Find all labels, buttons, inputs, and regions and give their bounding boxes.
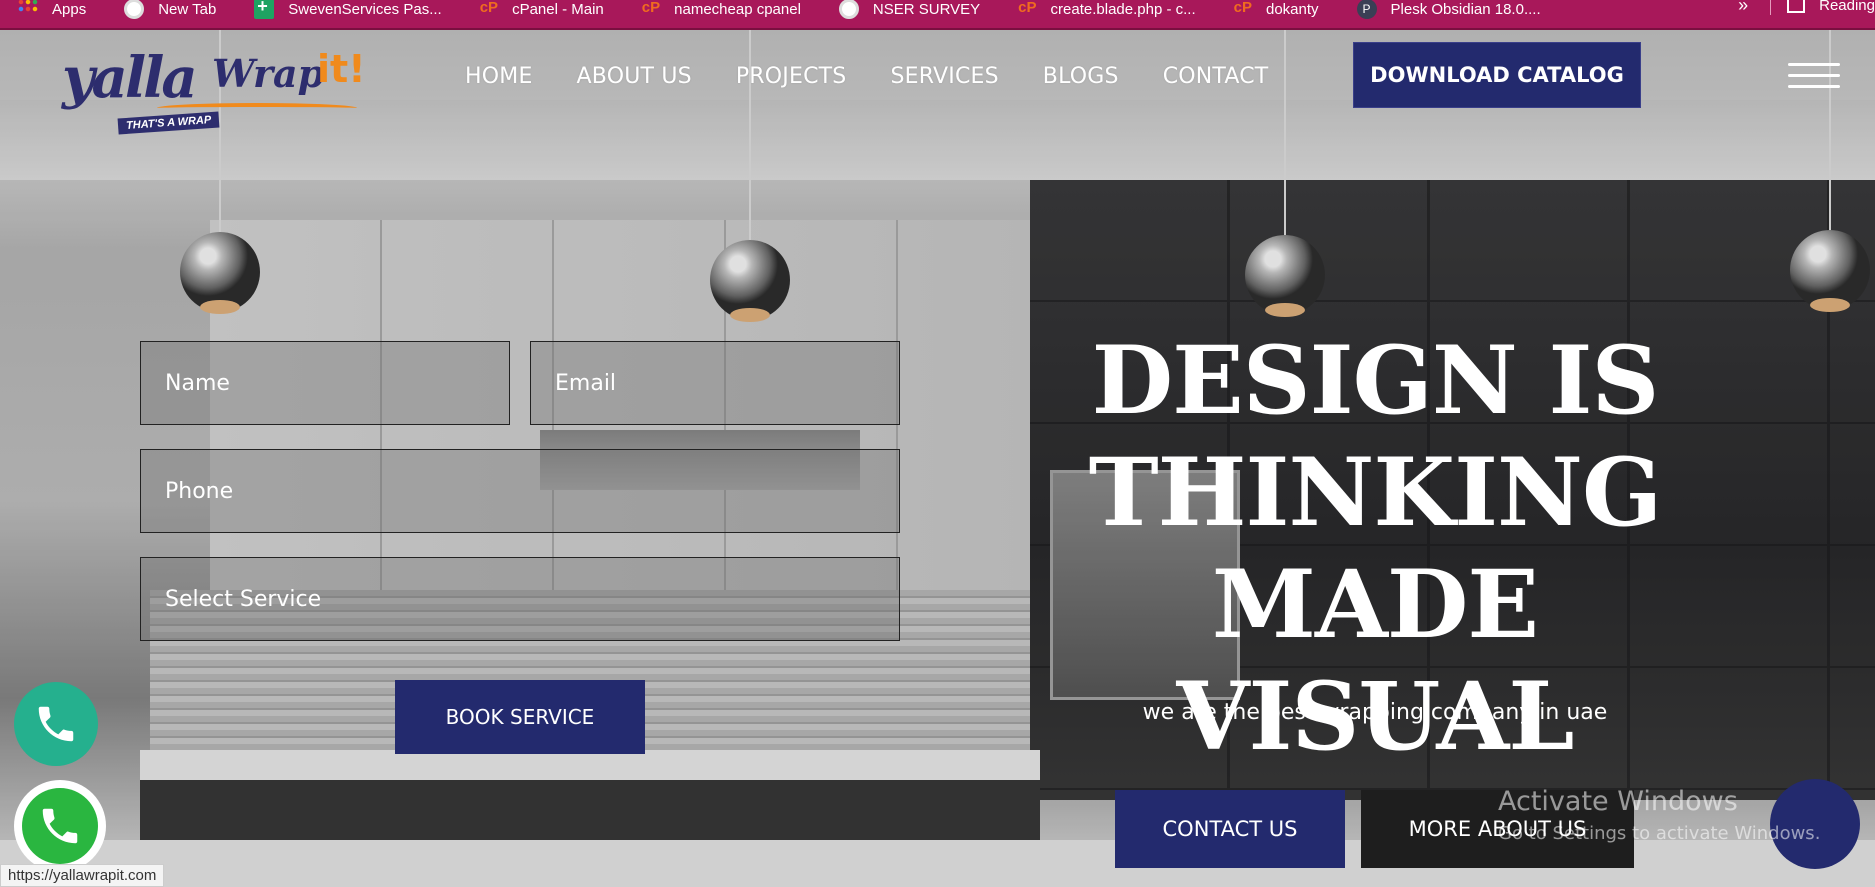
bookmarks-right: » Reading	[1738, 0, 1875, 20]
logo-wrap: Wrap	[212, 51, 325, 96]
download-catalog-button[interactable]: DOWNLOAD CATALOG	[1353, 42, 1641, 108]
cpanel-icon: cP	[1018, 0, 1037, 16]
bookmark-apps[interactable]: Apps	[18, 0, 86, 24]
bookmark-create-blade[interactable]: cP create.blade.php - c...	[1018, 0, 1195, 24]
phone-field[interactable]: Phone	[140, 449, 900, 533]
bookmark-label: namecheap cpanel	[674, 0, 801, 18]
reading-list-icon[interactable]	[1787, 0, 1806, 13]
watermark-title: Activate Windows	[1498, 786, 1738, 817]
nav-blogs[interactable]: BLOGS	[1043, 64, 1119, 89]
bookmark-label: dokanty	[1265, 0, 1319, 18]
bookmark-label: Apps	[52, 0, 87, 18]
bookmarks-overflow-button[interactable]: »	[1738, 0, 1748, 16]
nav-about-us[interactable]: ABOUT US	[577, 64, 692, 89]
bookmark-sweven[interactable]: SwevenServices Pas...	[254, 0, 442, 24]
globe-icon	[124, 0, 145, 19]
phone-icon	[38, 706, 74, 742]
bookmark-label: New Tab	[158, 0, 217, 18]
bookmark-dokanty[interactable]: cP dokanty	[1234, 0, 1319, 24]
bookmark-label: create.blade.php - c...	[1050, 0, 1196, 18]
whatsapp-button[interactable]	[14, 780, 106, 872]
bookmark-label: NSER SURVEY	[872, 0, 981, 18]
nav-home[interactable]: HOME	[465, 64, 533, 89]
plesk-icon: P	[1356, 0, 1377, 19]
cpanel-icon: cP	[641, 0, 661, 16]
logo-swoosh	[157, 103, 357, 113]
bookmark-plesk[interactable]: P Plesk Obsidian 18.0....	[1356, 0, 1541, 24]
email-field[interactable]: Email	[530, 341, 900, 425]
sheets-plus-icon	[254, 0, 275, 19]
name-field[interactable]: Name	[140, 341, 510, 425]
status-bar-url: https://yallawrapit.com	[0, 864, 165, 887]
nav-contact[interactable]: CONTACT	[1163, 64, 1269, 89]
headline-line: DESIGN IS	[1091, 326, 1660, 436]
logo-tagline: THAT'S A WRAP	[117, 111, 220, 135]
windows-activation-watermark: Activate Windows Go to Settings to activ…	[1498, 786, 1820, 844]
logo-it: it!	[317, 47, 366, 91]
whatsapp-icon	[22, 788, 98, 864]
bookmarks-bar: Apps New Tab SwevenServices Pas... cP cPa…	[0, 0, 1875, 30]
phone-call-button[interactable]	[14, 682, 98, 766]
watermark-subtitle: Go to Settings to activate Windows.	[1498, 823, 1821, 844]
headline-line: THINKING MADE	[1088, 438, 1663, 660]
bookmark-label: cPanel - Main	[512, 0, 604, 18]
cpanel-icon: cP	[1233, 0, 1252, 16]
bookmark-new-tab[interactable]: New Tab	[124, 0, 216, 24]
site-logo[interactable]: yalla Wrap it! THAT'S A WRAP	[62, 45, 366, 137]
service-select[interactable]: Select Service	[140, 557, 900, 641]
site-header: yalla Wrap it! THAT'S A WRAP HOME ABOUT …	[0, 30, 1875, 135]
reading-list-label[interactable]: Reading	[1819, 0, 1875, 14]
bookmark-label: Plesk Obsidian 18.0....	[1390, 0, 1541, 18]
contact-us-button[interactable]: CONTACT US	[1115, 790, 1345, 868]
hamburger-menu-icon[interactable]	[1788, 63, 1840, 93]
divider	[1770, 0, 1772, 15]
nav-services[interactable]: SERVICES	[890, 64, 998, 89]
nav-projects[interactable]: PROJECTS	[736, 64, 847, 89]
logo-word: yalla	[62, 45, 198, 111]
hero-subtitle: we are the best wrapping company in uae	[1142, 700, 1608, 725]
bookmark-label: SwevenServices Pas...	[288, 0, 442, 18]
cpanel-icon: cP	[479, 0, 499, 16]
main-menu: HOME ABOUT US PROJECTS SERVICES BLOGS CO…	[465, 64, 1312, 89]
bookmark-cpanel-main[interactable]: cP cPanel - Main	[480, 0, 604, 24]
globe-icon	[838, 0, 859, 19]
book-service-button[interactable]: BOOK SERVICE	[395, 680, 645, 754]
apps-grid-icon	[18, 0, 38, 19]
bookmark-namecheap[interactable]: cP namecheap cpanel	[642, 0, 801, 24]
bookmark-nser[interactable]: NSER SURVEY	[838, 0, 981, 24]
